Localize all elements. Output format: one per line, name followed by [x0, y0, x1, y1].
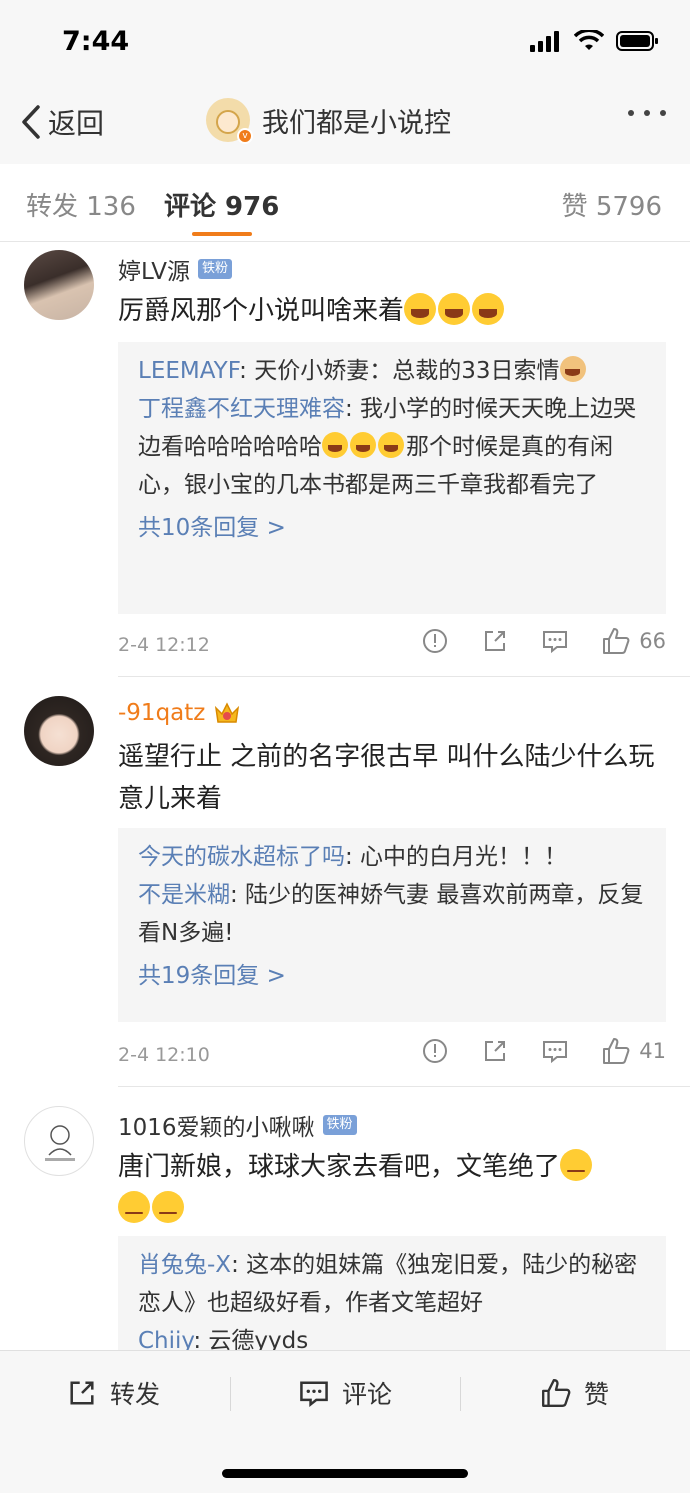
- reply-username[interactable]: 今天的碳水超标了吗: [138, 844, 345, 870]
- comment-icon: [543, 1041, 568, 1064]
- nav-account[interactable]: v 我们都是小说控: [206, 98, 451, 144]
- share-button[interactable]: [481, 627, 509, 655]
- comment-username[interactable]: -91qatz: [118, 700, 205, 726]
- divider: [118, 676, 690, 677]
- like-count: 66: [639, 629, 666, 653]
- active-tab-indicator: [192, 232, 252, 236]
- tab-repost[interactable]: 转发 136: [26, 186, 136, 223]
- chevron-left-icon: [22, 105, 40, 139]
- back-button[interactable]: 返回: [18, 102, 104, 142]
- like-count: 41: [639, 1039, 666, 1063]
- view-more-replies-link[interactable]: 共10条回复 >: [138, 508, 646, 548]
- thumbs-up-icon: [603, 628, 630, 654]
- like-button[interactable]: 41: [601, 1036, 666, 1066]
- reply-button[interactable]: [541, 1037, 569, 1065]
- thumbs-up-icon: [603, 1038, 630, 1064]
- cartoon-avatar-icon: [45, 1125, 75, 1161]
- back-label: 返回: [48, 107, 105, 140]
- share-icon: [485, 1041, 506, 1061]
- avatar[interactable]: [24, 250, 94, 320]
- thumbs-up-icon: [542, 1379, 571, 1407]
- reply-username[interactable]: 不是米糊: [138, 882, 230, 908]
- comment-button[interactable]: 评论: [298, 1375, 392, 1411]
- more-button[interactable]: [628, 110, 666, 116]
- share-icon: [485, 631, 506, 651]
- comment-time: 2-4 12:10: [118, 1044, 210, 1066]
- nav-bar: 返回 v 我们都是小说控: [0, 88, 690, 164]
- signal-icon: [530, 31, 559, 52]
- reply-button[interactable]: [541, 627, 569, 655]
- comment-icon: [300, 1381, 328, 1408]
- battery-icon: [616, 31, 658, 51]
- reply-item: 丁程鑫不红天理难容: 我小学的时候天天晚上边哭边看哈哈哈哈哈哈 那个时候是真的有闲…: [138, 396, 637, 498]
- comment-icon: [543, 631, 568, 654]
- home-indicator: [222, 1469, 468, 1478]
- comment-text: 遥望行止 之前的名字很古早 叫什么陆少什么玩意儿来着: [118, 742, 655, 814]
- laughing-cry-emoji-icon: [378, 432, 404, 458]
- share-button[interactable]: [481, 1037, 509, 1065]
- laughing-cry-emoji-icon: [404, 293, 437, 325]
- crown-icon: [215, 702, 240, 723]
- comment-username[interactable]: 婷LV源: [118, 252, 190, 286]
- laughing-cry-emoji-icon: [438, 293, 471, 325]
- repost-button[interactable]: 转发: [66, 1375, 160, 1411]
- separator: [230, 1377, 231, 1411]
- comment-footer: 2-4 12:12 66: [118, 626, 666, 666]
- reply-item: 不是米糊: 陆少的医神娇气妻 最喜欢前两章，反复看N多遍!: [138, 882, 644, 946]
- pleading-emoji-icon: [152, 1191, 184, 1223]
- comment-footer: 2-4 12:10 41: [118, 1036, 666, 1076]
- comment-time: 2-4 12:12: [118, 634, 210, 656]
- like-post-button[interactable]: 赞: [540, 1375, 609, 1411]
- reply-box[interactable]: LEEMAYF: 天价小娇妻：总裁的33日索情 丁程鑫不红天理难容: 我小学的时…: [118, 342, 666, 614]
- laughing-cry-emoji-icon: [472, 293, 505, 325]
- warning-icon: [423, 1039, 448, 1063]
- doge-emoji-icon: [559, 356, 586, 382]
- comment-username[interactable]: 1016爱颖的小啾啾: [118, 1108, 315, 1142]
- account-avatar[interactable]: v: [206, 98, 253, 144]
- report-button[interactable]: [421, 627, 449, 655]
- report-button[interactable]: [421, 1037, 449, 1065]
- like-button[interactable]: 66: [601, 626, 666, 656]
- avatar[interactable]: [24, 1106, 94, 1176]
- reply-box[interactable]: 今天的碳水超标了吗: 心中的白月光！！！ 不是米糊: 陆少的医神娇气妻 最喜欢前…: [118, 828, 666, 1022]
- separator: [460, 1377, 461, 1411]
- reply-username[interactable]: LEEMAYF: [138, 358, 239, 384]
- reply-box[interactable]: 肖兔兔-X: 这本的姐妹篇《独宠旧爱，陆少的秘密恋人》也超级好看，作者文笔超好 …: [118, 1236, 666, 1356]
- laughing-cry-emoji-icon: [322, 432, 348, 458]
- page-title: 我们都是小说控: [262, 107, 451, 139]
- wifi-icon: [574, 30, 604, 50]
- pleading-emoji-icon: [560, 1149, 593, 1181]
- tab-likes[interactable]: 赞 5796: [562, 186, 662, 223]
- share-icon: [70, 1381, 94, 1405]
- verified-icon: v: [237, 128, 253, 144]
- tab-comments[interactable]: 评论 976: [164, 186, 279, 223]
- status-icons: [530, 30, 660, 52]
- tab-bar: 转发 136 评论 976 赞 5796: [0, 164, 690, 242]
- laughing-cry-emoji-icon: [350, 432, 376, 458]
- reply-item: LEEMAYF: 天价小娇妻：总裁的33日索情: [138, 352, 646, 390]
- avatar[interactable]: [24, 696, 94, 766]
- warning-icon: [423, 629, 448, 653]
- comment-text: 厉爵风那个小说叫啥来着: [118, 290, 658, 332]
- fan-badge: 铁粉: [322, 1115, 357, 1135]
- pleading-emoji-icon: [118, 1191, 150, 1223]
- status-bar: 7:44: [0, 0, 690, 88]
- comment-text: 唐门新娘，球球大家去看吧，文笔绝了: [118, 1146, 658, 1230]
- status-time: 7:44: [62, 26, 130, 57]
- divider: [118, 1086, 690, 1087]
- fan-badge: 铁粉: [198, 259, 233, 279]
- reply-username[interactable]: 丁程鑫不红天理难容: [138, 396, 345, 422]
- reply-item: 肖兔兔-X: 这本的姐妹篇《独宠旧爱，陆少的秘密恋人》也超级好看，作者文笔超好: [138, 1252, 638, 1316]
- reply-item: 今天的碳水超标了吗: 心中的白月光！！！: [138, 844, 568, 870]
- view-more-replies-link[interactable]: 共19条回复 >: [138, 956, 646, 996]
- reply-username[interactable]: 肖兔兔-X: [138, 1252, 231, 1278]
